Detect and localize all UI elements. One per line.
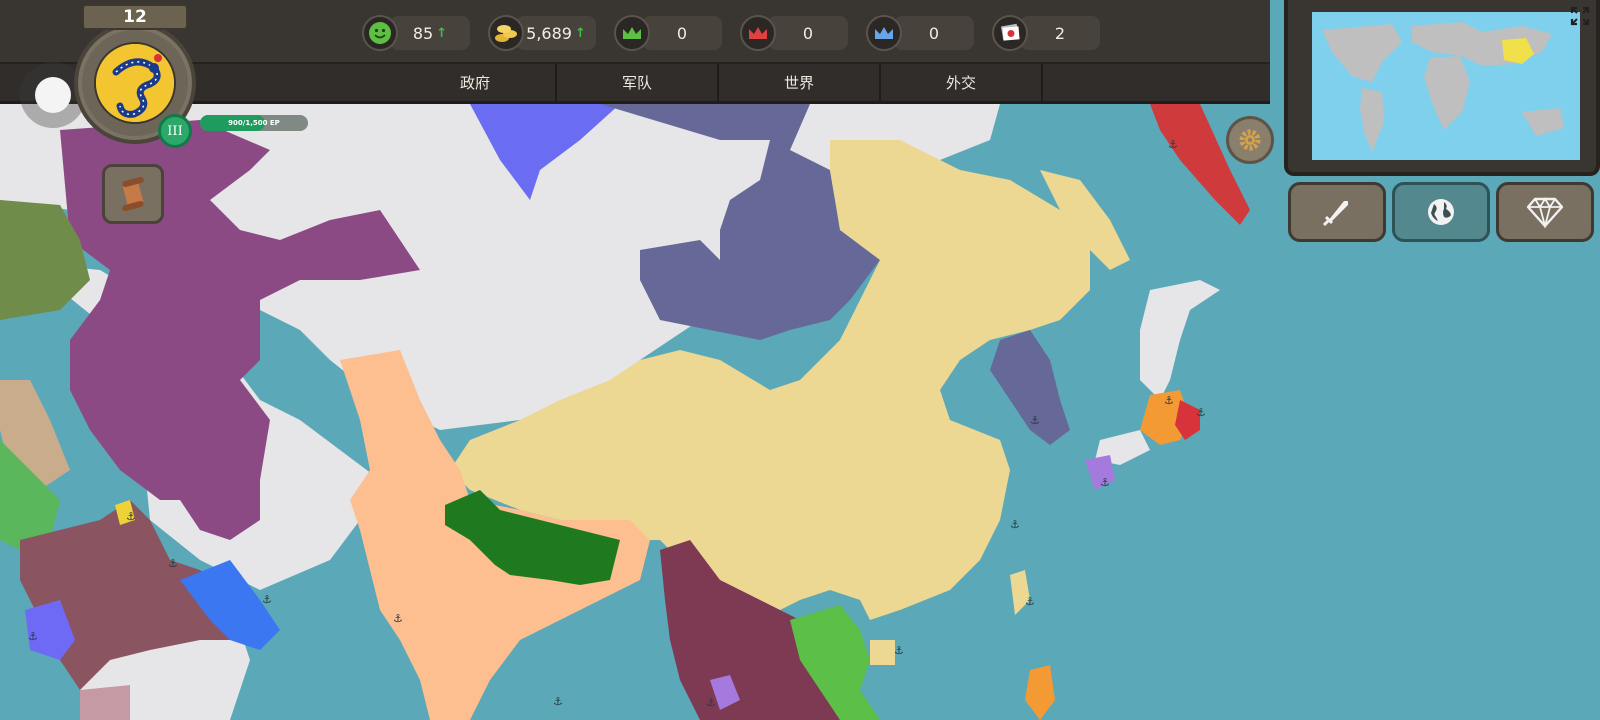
- port-anchor-icon[interactable]: ⚓: [1168, 138, 1178, 151]
- resource-value: 0: [802, 23, 814, 43]
- resource-value: 5,689: [526, 23, 572, 43]
- port-anchor-icon[interactable]: ⚓: [393, 612, 403, 625]
- resource-red-crown[interactable]: 0: [740, 12, 850, 54]
- diamond-icon: [1526, 197, 1564, 228]
- port-anchor-icon[interactable]: ⚓: [262, 593, 272, 606]
- xp-text: 900/1,500 EP: [228, 119, 280, 127]
- sword-icon: [1322, 201, 1348, 227]
- resource-green-crown[interactable]: 0: [614, 12, 724, 54]
- green-crown-icon: [614, 15, 650, 51]
- rank-badge[interactable]: III: [158, 114, 192, 148]
- player-level: 12: [82, 4, 188, 30]
- tab-world[interactable]: 世界: [719, 64, 881, 101]
- resource-value: 0: [928, 23, 940, 43]
- tab-military[interactable]: 军队: [557, 64, 719, 101]
- resource-gold[interactable]: 5,689 ↑: [488, 12, 598, 54]
- port-anchor-icon[interactable]: ⚓: [706, 696, 716, 709]
- settings-button[interactable]: [1226, 116, 1274, 164]
- joystick-knob[interactable]: [35, 77, 71, 113]
- port-anchor-icon[interactable]: ⚓: [1164, 394, 1174, 407]
- trend-up-icon: ↑: [436, 25, 448, 41]
- tab-diplomacy[interactable]: 外交: [881, 64, 1043, 101]
- top-resource-bar: 85 ↑ 5,689 ↑ 0 0 0 2: [0, 0, 1270, 64]
- port-anchor-icon[interactable]: ⚓: [553, 695, 563, 708]
- resource-flag-cards[interactable]: 2: [992, 12, 1102, 54]
- decree-scroll-button[interactable]: [102, 164, 164, 224]
- minimap[interactable]: [1312, 12, 1580, 160]
- happiness-smiley-icon: [362, 15, 398, 51]
- resource-value: 0: [676, 23, 688, 43]
- blue-crown-icon: [866, 15, 902, 51]
- gold-coins-icon: [488, 15, 524, 51]
- japan-flag-card-icon: [992, 15, 1028, 51]
- xp-progress-bar: 900/1,500 EP: [200, 115, 308, 131]
- trend-up-icon: ↑: [574, 25, 586, 41]
- port-anchor-icon[interactable]: ⚓: [1196, 406, 1206, 419]
- globe-icon: [1428, 199, 1454, 225]
- port-anchor-icon[interactable]: ⚓: [28, 630, 38, 643]
- resource-value: 85: [412, 23, 434, 43]
- port-anchor-icon[interactable]: ⚓: [1025, 595, 1035, 608]
- scroll-icon: [121, 176, 145, 212]
- resource-happiness[interactable]: 85 ↑: [362, 12, 472, 54]
- port-anchor-icon[interactable]: ⚓: [1100, 476, 1110, 489]
- region-pink-small[interactable]: [80, 685, 130, 720]
- world-action-button[interactable]: [1392, 182, 1490, 242]
- premium-action-button[interactable]: [1496, 182, 1594, 242]
- port-anchor-icon[interactable]: ⚓: [894, 644, 904, 657]
- qing-dragon-emblem-icon: [94, 42, 176, 124]
- port-anchor-icon[interactable]: ⚓: [126, 510, 136, 523]
- resource-value: 2: [1054, 23, 1066, 43]
- port-anchor-icon[interactable]: ⚓: [1010, 518, 1020, 531]
- resource-blue-crown[interactable]: 0: [866, 12, 976, 54]
- gear-icon: [1239, 129, 1261, 151]
- military-action-button[interactable]: [1288, 182, 1386, 242]
- expand-icon[interactable]: [1570, 6, 1590, 26]
- port-anchor-icon[interactable]: ⚓: [1030, 414, 1040, 427]
- tab-government[interactable]: 政府: [395, 64, 557, 101]
- region-hainan[interactable]: [870, 640, 895, 665]
- minimap-panel: [1284, 0, 1600, 176]
- red-crown-icon: [740, 15, 776, 51]
- port-anchor-icon[interactable]: ⚓: [168, 557, 178, 570]
